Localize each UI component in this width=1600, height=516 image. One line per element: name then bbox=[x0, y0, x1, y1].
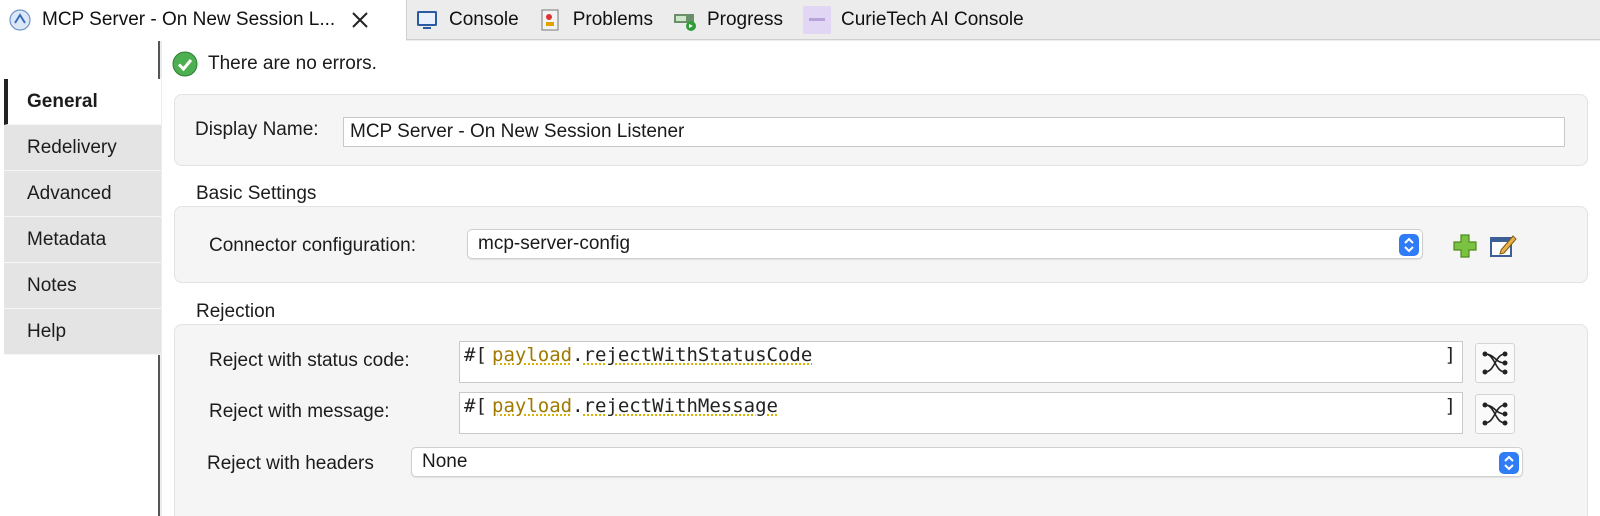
problems-icon bbox=[541, 9, 559, 31]
curietech-icon bbox=[803, 6, 831, 34]
tab-label: Problems bbox=[572, 9, 653, 30]
expression-dot: . bbox=[572, 344, 584, 366]
plus-icon bbox=[1453, 234, 1477, 258]
message-dataweave-button[interactable] bbox=[1475, 394, 1515, 434]
tab-label: Console bbox=[449, 9, 519, 30]
nav-general[interactable]: General bbox=[4, 79, 161, 125]
add-config-button[interactable] bbox=[1451, 232, 1479, 260]
editor-tab-bar: MCP Server - On New Session L... Console… bbox=[0, 0, 1600, 41]
properties-sidebar: General Redelivery Advanced Metadata Not… bbox=[0, 41, 161, 516]
success-check-icon bbox=[172, 51, 198, 77]
expression-code: payload.rejectWithStatusCode bbox=[492, 344, 812, 366]
tab-curietech-console[interactable]: CurieTech AI Console bbox=[795, 0, 1036, 40]
tab-label: CurieTech AI Console bbox=[841, 9, 1024, 30]
display-name-label: Display Name: bbox=[195, 119, 319, 140]
reject-headers-value: None bbox=[422, 451, 468, 472]
expression-keyword: payload bbox=[492, 344, 573, 366]
reject-headers-select[interactable]: None bbox=[411, 447, 1523, 477]
validation-status: There are no errors. bbox=[172, 51, 377, 77]
general-panel: Display Name: MCP Server - On New Sessio… bbox=[174, 94, 1588, 166]
expression-dot: . bbox=[572, 395, 584, 417]
display-name-input[interactable]: MCP Server - On New Session Listener bbox=[343, 117, 1565, 147]
nav-metadata[interactable]: Metadata bbox=[4, 217, 161, 263]
dataweave-mapping-icon bbox=[1482, 402, 1508, 426]
console-icon bbox=[417, 11, 437, 29]
close-icon[interactable] bbox=[349, 9, 371, 31]
reject-status-code-expression[interactable]: #[ payload.rejectWithStatusCode ] bbox=[459, 341, 1463, 383]
expression-close: ] bbox=[1444, 395, 1456, 417]
reject-status-code-label: Reject with status code: bbox=[209, 350, 410, 371]
tab-label: MCP Server - On New Session L... bbox=[42, 9, 336, 30]
expression-open: #[ bbox=[464, 395, 487, 417]
expression-code: payload.rejectWithMessage bbox=[492, 395, 778, 417]
nav-help[interactable]: Help bbox=[4, 309, 161, 355]
properties-main: There are no errors. Display Name: MCP S… bbox=[162, 41, 1600, 516]
basic-settings-panel: Connector configuration: mcp-server-conf… bbox=[174, 206, 1588, 283]
rejection-panel: Reject with status code: #[ payload.reje… bbox=[174, 324, 1588, 516]
expression-function: rejectWithStatusCode bbox=[583, 344, 813, 366]
select-arrows-icon bbox=[1399, 234, 1419, 256]
nav-advanced[interactable]: Advanced bbox=[4, 171, 161, 217]
select-arrows-icon bbox=[1499, 452, 1519, 474]
mule-flow-icon bbox=[9, 9, 31, 31]
tab-label: Progress bbox=[706, 9, 783, 30]
progress-icon bbox=[673, 14, 696, 31]
connector-config-label: Connector configuration: bbox=[209, 235, 417, 256]
rejection-heading: Rejection bbox=[196, 301, 276, 322]
expression-close: ] bbox=[1444, 344, 1456, 366]
expression-keyword: payload bbox=[492, 395, 573, 417]
expression-open: #[ bbox=[464, 344, 487, 366]
dataweave-mapping-icon bbox=[1482, 351, 1508, 375]
reject-message-label: Reject with message: bbox=[209, 401, 390, 422]
tab-problems[interactable]: Problems bbox=[531, 0, 665, 40]
connector-config-value: mcp-server-config bbox=[478, 233, 631, 254]
tab-progress[interactable]: Progress bbox=[665, 0, 795, 40]
status-code-dataweave-button[interactable] bbox=[1475, 343, 1515, 383]
reject-headers-label: Reject with headers bbox=[207, 453, 374, 474]
basic-settings-heading: Basic Settings bbox=[196, 183, 317, 204]
tab-console[interactable]: Console bbox=[407, 0, 531, 40]
expression-function: rejectWithMessage bbox=[583, 395, 778, 417]
edit-config-button[interactable] bbox=[1489, 232, 1517, 260]
edit-icon bbox=[1490, 235, 1517, 257]
nav-redelivery[interactable]: Redelivery bbox=[4, 125, 161, 171]
nav-notes[interactable]: Notes bbox=[4, 263, 161, 309]
reject-message-expression[interactable]: #[ payload.rejectWithMessage ] bbox=[459, 392, 1463, 434]
tab-mcp-server[interactable]: MCP Server - On New Session L... bbox=[0, 0, 407, 41]
connector-config-select[interactable]: mcp-server-config bbox=[467, 229, 1423, 259]
status-text: There are no errors. bbox=[208, 53, 377, 74]
